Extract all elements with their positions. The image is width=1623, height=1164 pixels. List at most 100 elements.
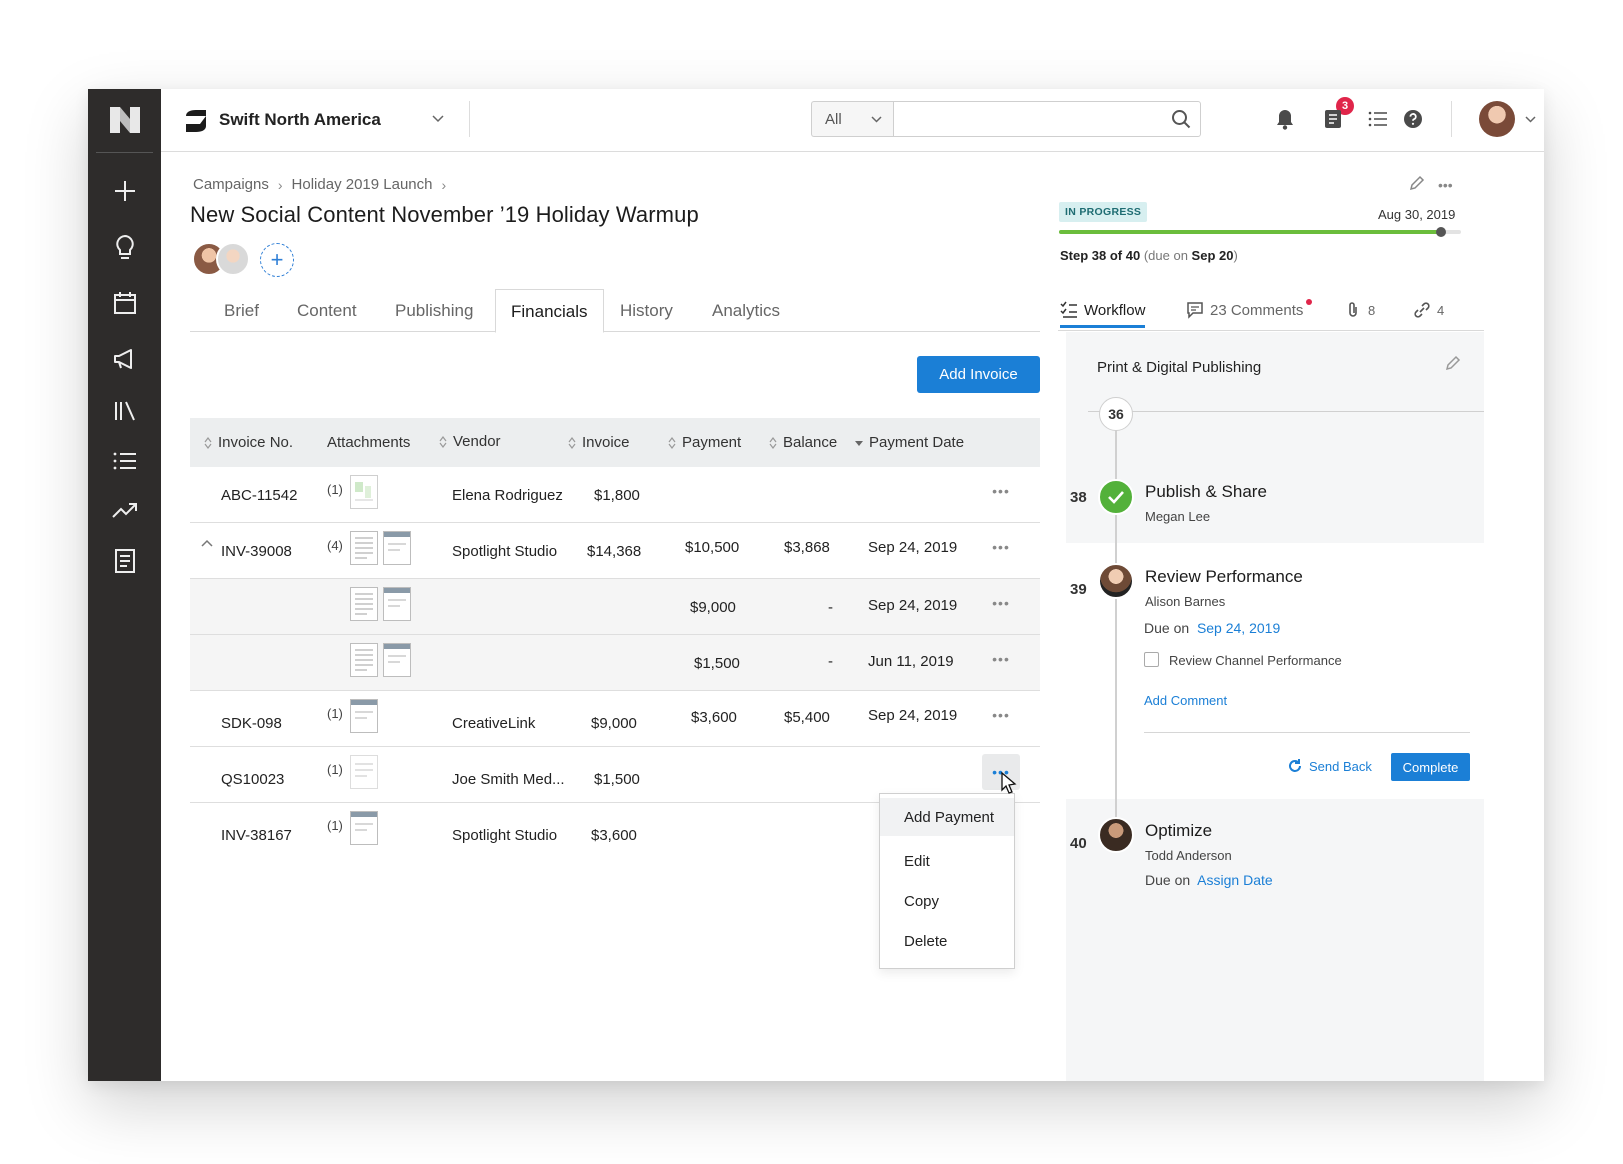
chevron-down-icon	[871, 116, 882, 123]
row-more-button[interactable]: •••	[988, 535, 1014, 559]
tab-attachments[interactable]: 8	[1344, 301, 1375, 319]
complete-button[interactable]: Complete	[1391, 753, 1470, 781]
attachment-count: (1)	[327, 762, 343, 777]
rail-divider	[96, 152, 153, 153]
column-header-payment-date[interactable]: Payment Date	[855, 434, 964, 451]
chevron-down-icon[interactable]	[1524, 113, 1537, 126]
column-header-attachments: Attachments	[327, 434, 411, 451]
avatar[interactable]	[216, 242, 250, 276]
checklist-checkbox[interactable]	[1144, 652, 1159, 667]
table-row[interactable]: INV-39008 (4) Spotlight Studio $14,368 $…	[190, 523, 1040, 579]
column-header-balance[interactable]: Balance	[769, 434, 837, 451]
library-icon[interactable]	[111, 397, 139, 425]
attachment-thumbnail[interactable]	[350, 531, 378, 565]
lightbulb-icon[interactable]	[111, 233, 139, 261]
workflow-progress-bar	[1059, 227, 1461, 237]
row-more-button[interactable]: •••	[988, 479, 1014, 503]
tab-links[interactable]: 4	[1413, 301, 1444, 319]
avatar[interactable]	[1098, 563, 1134, 599]
checklist-item-label: Review Channel Performance	[1169, 653, 1342, 668]
attachment-thumbnail[interactable]	[383, 643, 411, 677]
row-more-button[interactable]: •••	[988, 591, 1014, 615]
add-invoice-button[interactable]: Add Invoice	[917, 356, 1040, 393]
calendar-icon[interactable]	[111, 289, 139, 317]
tab-history[interactable]: History	[620, 301, 673, 321]
attachment-thumbnail[interactable]	[350, 755, 378, 789]
breadcrumb-item[interactable]: Campaigns	[193, 176, 269, 193]
menu-item-copy[interactable]: Copy	[880, 882, 1014, 920]
tab-comments[interactable]: 23 Comments	[1186, 301, 1303, 319]
edit-icon[interactable]	[1444, 354, 1462, 372]
list-view-button[interactable]	[1366, 107, 1390, 131]
row-more-button[interactable]: •••	[988, 703, 1014, 727]
payment-sub-row[interactable]: $9,000 - Sep 24, 2019 •••	[190, 579, 1040, 635]
step-assignee: Todd Anderson	[1145, 848, 1232, 863]
create-icon[interactable]	[111, 177, 139, 205]
add-comment-link[interactable]: Add Comment	[1144, 693, 1227, 708]
add-member-button[interactable]: +	[260, 243, 294, 277]
search-input[interactable]	[893, 101, 1201, 137]
megaphone-icon[interactable]	[111, 345, 139, 373]
help-button[interactable]	[1401, 107, 1425, 131]
tab-analytics[interactable]: Analytics	[712, 301, 780, 321]
edit-icon[interactable]	[1408, 174, 1426, 192]
row-more-button[interactable]: •••	[988, 647, 1014, 671]
attachment-thumbnail[interactable]	[383, 531, 411, 565]
tab-content[interactable]: Content	[297, 301, 357, 321]
tasks-button[interactable]	[1321, 107, 1345, 131]
step-count: Step 38 of 40	[1060, 248, 1141, 263]
payment-date: Sep 24, 2019	[868, 597, 958, 614]
menu-item-edit[interactable]: Edit	[880, 842, 1014, 880]
menu-item-add-payment[interactable]: Add Payment	[880, 798, 1014, 836]
timeline-line	[1115, 411, 1117, 831]
tab-financials[interactable]: Financials	[495, 289, 604, 333]
tab-brief[interactable]: Brief	[224, 301, 259, 321]
attachment-thumbnail[interactable]	[350, 811, 378, 845]
search-scope-select[interactable]: All	[811, 101, 893, 137]
trending-icon[interactable]	[111, 497, 139, 525]
attachment-thumbnail[interactable]	[350, 475, 378, 509]
sort-icon	[769, 436, 777, 449]
status-badge: IN PROGRESS	[1059, 202, 1148, 222]
help-icon	[1404, 110, 1422, 128]
more-options-icon[interactable]: •••	[1438, 177, 1458, 193]
attachment-thumbnail[interactable]	[350, 699, 378, 733]
menu-item-delete[interactable]: Delete	[880, 922, 1014, 960]
payment-date: Sep 24, 2019	[868, 707, 958, 724]
invoice-amount: $3,600	[591, 827, 637, 844]
send-back-button[interactable]: Send Back	[1287, 758, 1372, 774]
vendor: CreativeLink	[452, 715, 536, 732]
collapsed-steps-marker[interactable]: 36	[1099, 397, 1133, 431]
column-header-invoice[interactable]: Invoice	[568, 434, 630, 451]
chevron-up-icon[interactable]	[201, 539, 213, 547]
org-switcher[interactable]: Swift North America	[183, 105, 381, 135]
table-row[interactable]: SDK-098 (1) CreativeLink $9,000 $3,600 $…	[190, 691, 1040, 747]
paperclip-icon	[1349, 302, 1357, 317]
column-header-vendor[interactable]: Vendor	[439, 433, 501, 450]
notifications-button[interactable]	[1273, 107, 1297, 131]
attachment-thumbnail[interactable]	[350, 587, 378, 621]
brand-logo-icon[interactable]	[108, 103, 142, 137]
step-title[interactable]: Optimize	[1145, 821, 1212, 841]
search-icon[interactable]	[1171, 109, 1191, 129]
list-icon[interactable]	[111, 447, 139, 475]
avatar[interactable]	[1098, 817, 1134, 853]
payment-sub-row[interactable]: $1,500 - Jun 11, 2019 •••	[190, 635, 1040, 691]
column-header-invoice-no[interactable]: Invoice No.	[204, 434, 293, 451]
step-title[interactable]: Publish & Share	[1145, 482, 1267, 502]
tab-publishing[interactable]: Publishing	[395, 301, 473, 321]
chevron-down-icon[interactable]	[431, 112, 445, 126]
assign-date-link[interactable]: Assign Date	[1197, 872, 1272, 888]
content-tabs: Brief Content Publishing Financials Hist…	[190, 289, 1040, 333]
checklist-doc-icon	[1325, 110, 1341, 128]
user-avatar[interactable]	[1479, 101, 1515, 137]
step-title[interactable]: Review Performance	[1145, 567, 1303, 587]
tab-workflow[interactable]: Workflow	[1060, 301, 1146, 328]
document-icon[interactable]	[111, 547, 139, 575]
attachment-thumbnail[interactable]	[383, 587, 411, 621]
table-row[interactable]: ABC-11542 (1) Elena Rodriguez $1,800 •••	[190, 467, 1040, 523]
attachment-thumbnail[interactable]	[350, 643, 378, 677]
column-header-payment[interactable]: Payment	[668, 434, 741, 451]
breadcrumb-item[interactable]: Holiday 2019 Launch	[292, 176, 433, 193]
step-due-date-link[interactable]: Sep 24, 2019	[1197, 620, 1280, 636]
